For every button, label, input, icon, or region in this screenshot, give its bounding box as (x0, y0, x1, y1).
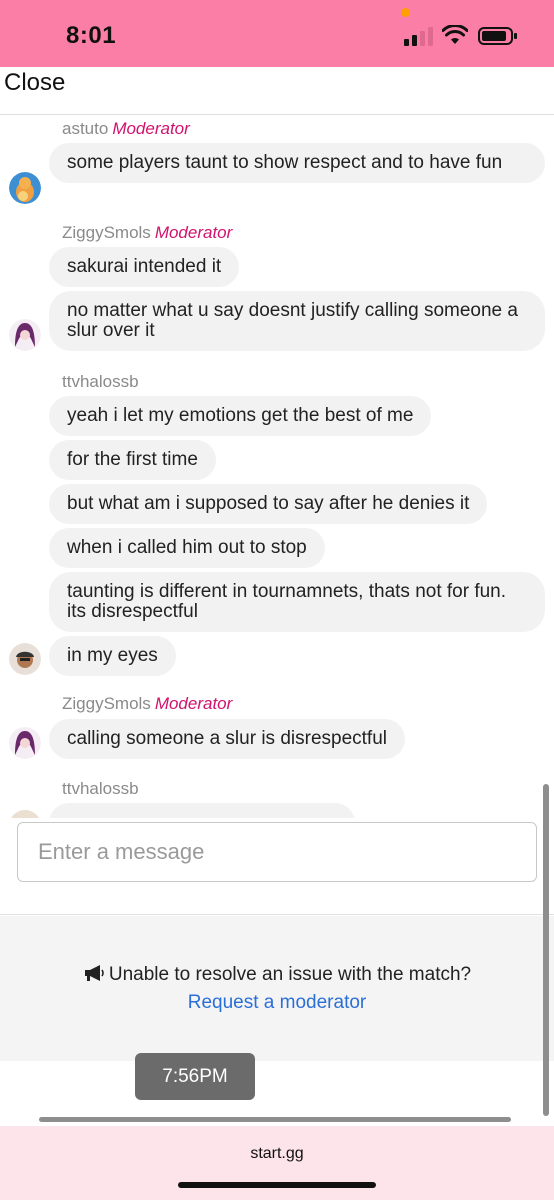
message-bubble[interactable]: for the first time (49, 440, 216, 480)
message-bubble[interactable]: sakurai intended it (49, 247, 240, 287)
person-avatar[interactable] (9, 643, 41, 675)
recording-dot-icon (401, 8, 410, 17)
message-bubble[interactable]: yeah i let my emotions get the best of m… (49, 396, 432, 436)
vertical-scrollbar[interactable] (543, 784, 549, 1116)
home-indicator[interactable] (178, 1182, 376, 1188)
issue-panel: Unable to resolve an issue with the matc… (0, 916, 554, 1061)
megaphone-icon (84, 965, 104, 981)
message-sender: ZiggySmols Moderator (62, 223, 232, 243)
message-bubble[interactable]: taunting is different in tournamnets, th… (49, 572, 545, 632)
sender-name: ZiggySmols (62, 694, 151, 713)
status-time: 8:01 (66, 22, 117, 49)
wifi-icon (442, 25, 468, 44)
issue-message: Unable to resolve an issue with the matc… (0, 964, 554, 986)
sender-name: ttvhalossb (62, 779, 139, 798)
message-bubble[interactable]: in my eyes (49, 636, 176, 676)
message-bubble[interactable]: when i called him out to stop (49, 528, 325, 568)
close-button[interactable]: Close (4, 69, 65, 97)
battery-icon (478, 27, 517, 45)
sender-name: ttvhalossb (62, 372, 139, 391)
chat-header: Close (0, 67, 554, 115)
message-bubble[interactable]: calling someone a slur is disrespectful (49, 719, 405, 759)
purple-hair-avatar[interactable] (9, 727, 41, 759)
message-bubble[interactable]: some players taunt to show respect and t… (49, 143, 545, 183)
dragon-avatar[interactable] (9, 172, 41, 204)
cellular-signal-icon (404, 27, 433, 46)
message-bubble[interactable]: no matter what u say doesnt justify call… (49, 291, 545, 351)
message-sender: ZiggySmols Moderator (62, 694, 232, 714)
moderator-badge: Moderator (154, 223, 233, 242)
horizontal-scrollbar[interactable] (39, 1117, 511, 1122)
message-composer (0, 818, 554, 915)
message-input[interactable] (17, 822, 537, 882)
status-bar: 8:01 (0, 0, 554, 67)
address-domain[interactable]: start.gg (0, 1145, 554, 1163)
message-sender: ttvhalossb (62, 779, 139, 799)
purple-hair-avatar[interactable] (9, 319, 41, 351)
request-moderator-link[interactable]: Request a moderator (0, 992, 554, 1014)
sender-name: astuto (62, 119, 109, 138)
moderator-badge: Moderator (112, 119, 190, 138)
browser-address-bar[interactable]: start.gg (0, 1126, 554, 1200)
chat-messages[interactable]: astuto Moderator some players taunt to sh… (0, 116, 554, 818)
message-bubble-partial[interactable] (49, 803, 355, 818)
moderator-badge: Moderator (154, 694, 233, 713)
timestamp-tooltip: 7:56PM (135, 1053, 255, 1100)
message-bubble[interactable]: but what am i supposed to say after he d… (49, 484, 488, 524)
message-sender: ttvhalossb (62, 372, 139, 392)
message-sender: astuto Moderator (62, 119, 190, 139)
person-avatar[interactable] (9, 810, 41, 818)
issue-text: Unable to resolve an issue with the matc… (108, 964, 472, 985)
sender-name: ZiggySmols (62, 223, 151, 242)
